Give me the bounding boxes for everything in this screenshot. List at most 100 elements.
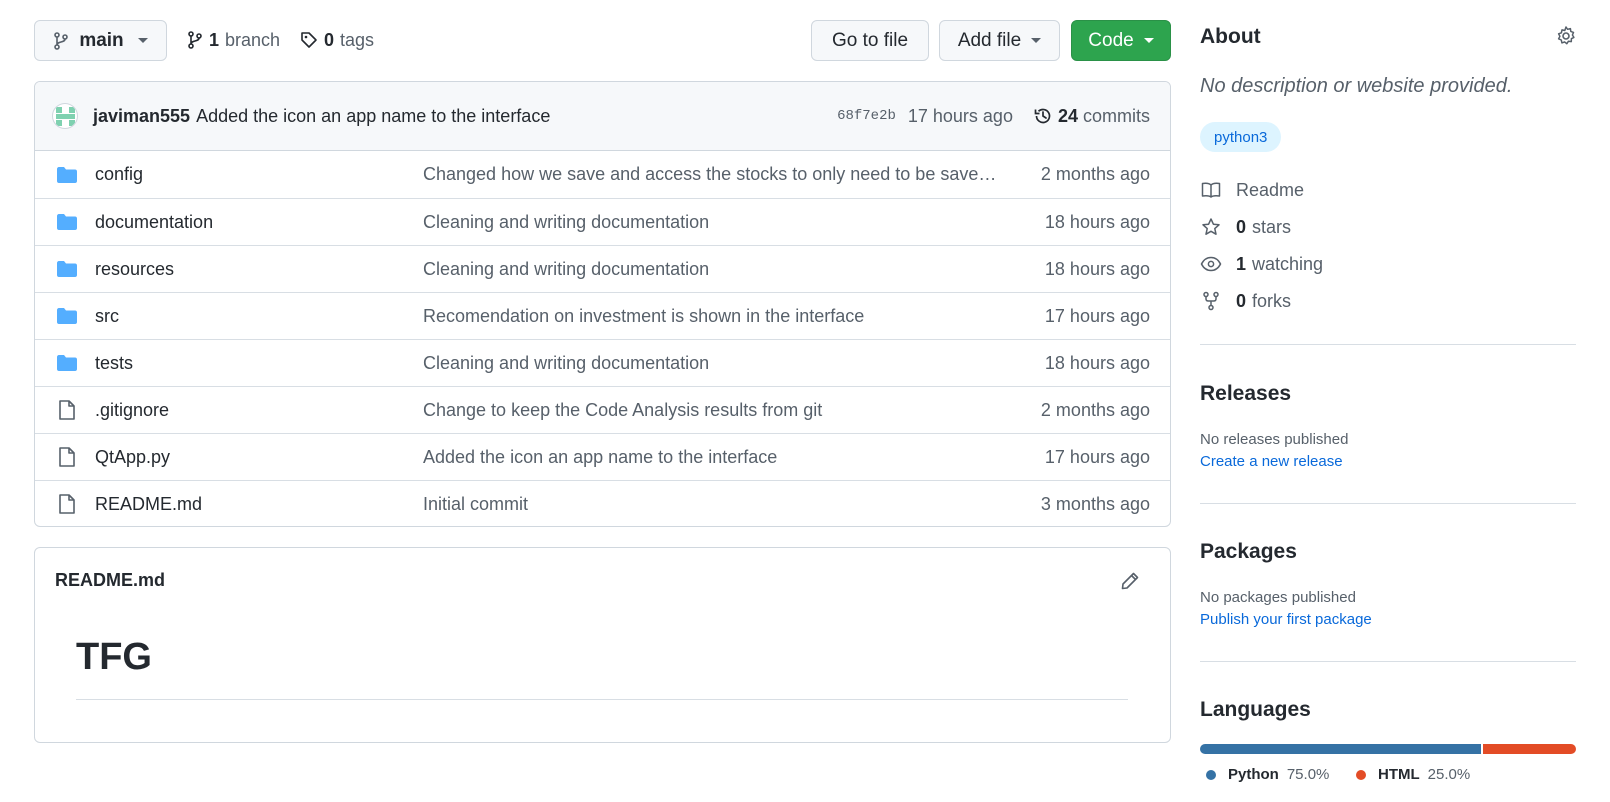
language-bar [1200,744,1576,754]
file-icon [54,446,80,468]
chevron-down-icon [1143,38,1154,43]
sidebar-divider [1200,661,1576,662]
language-percent: 75.0% [1286,766,1330,783]
folder-icon [54,307,80,325]
folder-icon [54,354,80,372]
branches-link[interactable]: 1 branch [187,20,280,60]
file-commit-message[interactable]: Initial commit [423,494,1000,515]
branch-icon [54,31,69,50]
file-commit-message[interactable]: Change to keep the Code Analysis results… [423,400,1000,421]
watching-count: 1 [1236,253,1247,274]
fork-icon [1203,291,1219,311]
sidebar-divider [1200,503,1576,504]
file-commit-message[interactable]: Cleaning and writing documentation [423,353,1000,374]
star-icon [1202,218,1220,235]
file-age: 2 months ago [1040,164,1150,184]
commit-author[interactable]: javiman555 [93,106,190,127]
avatar[interactable] [52,103,78,129]
file-name[interactable]: resources [95,259,423,280]
language-item-html[interactable]: HTML 25.0% [1356,766,1470,783]
create-release-link[interactable]: Create a new release [1200,453,1343,470]
file-row[interactable]: config Changed how we save and access the… [35,151,1170,198]
file-commit-message[interactable]: Added the icon an app name to the interf… [423,447,1000,468]
file-age: 18 hours ago [1044,211,1150,232]
file-row[interactable]: README.md Initial commit 3 months ago [35,480,1170,526]
language-item-python[interactable]: Python 75.0% [1206,766,1329,783]
branch-select-button[interactable]: main [34,20,167,61]
publish-package-link[interactable]: Publish your first package [1200,611,1372,628]
file-age: 18 hours ago [1044,352,1150,373]
readme-link[interactable]: Readme [1200,177,1304,203]
file-row[interactable]: src Recomendation on investment is shown … [35,292,1170,339]
file-name[interactable]: tests [95,353,423,374]
file-age: 17 hours ago [1044,305,1150,326]
readme-title[interactable]: README.md [55,570,165,591]
gear-icon[interactable] [1555,25,1577,52]
go-to-file-button[interactable]: Go to file [811,20,929,61]
about-description: No description or website provided. [1200,75,1513,97]
code-button[interactable]: Code [1071,20,1171,61]
tags-label: tags [340,29,375,50]
latest-commit-bar: javiman555 Added the icon an app name to… [35,82,1170,151]
file-age: 2 months ago [1040,399,1150,420]
file-row[interactable]: resources Cleaning and writing documentat… [35,245,1170,292]
commit-sha[interactable]: 68f7e2b [837,108,896,124]
about-title: About [1200,25,1261,48]
python-color-dot [1206,769,1216,780]
releases-empty-text: No releases published [1200,431,1349,448]
chevron-down-icon [137,38,148,43]
file-name[interactable]: config [95,164,423,185]
packages-title[interactable]: Packages [1200,540,1297,564]
file-commit-message[interactable]: Changed how we save and access the stock… [423,164,1000,185]
languages-title: Languages [1200,698,1311,721]
commits-label: commits [1083,105,1150,126]
file-row[interactable]: QtApp.py Added the icon an app name to th… [35,433,1170,480]
file-age: 18 hours ago [1044,258,1150,279]
add-file-button[interactable]: Add file [939,20,1060,61]
file-commit-message[interactable]: Cleaning and writing documentation [423,212,1000,233]
tags-link[interactable]: 0 tags [300,20,374,60]
stars-link[interactable]: 0 stars [1200,214,1291,240]
book-icon [1201,182,1221,198]
file-name[interactable]: .gitignore [95,400,423,421]
stars-count: 0 [1236,216,1247,237]
file-name[interactable]: documentation [95,212,423,233]
pencil-icon[interactable] [1120,571,1140,596]
file-age: 17 hours ago [1044,446,1150,467]
commits-count: 24 [1057,105,1078,126]
chevron-down-icon [1031,38,1042,43]
add-file-label: Add file [957,29,1022,51]
readme-heading: TFG [76,636,152,678]
branch-select-label: main [79,29,124,51]
sidebar-divider [1200,344,1576,345]
file-commit-message[interactable]: Recomendation on investment is shown in … [423,306,1000,327]
folder-icon [54,213,80,231]
history-icon [1034,108,1051,124]
file-commit-message[interactable]: Cleaning and writing documentation [423,259,1000,280]
file-list: config Changed how we save and access the… [35,151,1170,526]
commit-message[interactable]: Added the icon an app name to the interf… [196,106,550,127]
file-name[interactable]: README.md [95,494,423,515]
language-bar-segment-html [1482,744,1576,754]
language-name: HTML [1378,766,1420,783]
file-name[interactable]: src [95,306,423,327]
forks-link[interactable]: 0 forks [1200,288,1291,314]
readme-divider [76,699,1128,700]
readme-link-label: Readme [1236,179,1305,200]
watchers-link[interactable]: 1 watching [1200,251,1323,277]
watching-label: watching [1252,253,1324,274]
branches-label: branch [225,29,281,50]
html-color-dot [1356,769,1366,780]
releases-title[interactable]: Releases [1200,382,1291,406]
file-row[interactable]: documentation Cleaning and writing docume… [35,198,1170,245]
branch-icon [188,31,202,49]
tags-count: 0 [324,29,335,50]
file-row[interactable]: .gitignore Change to keep the Code Analys… [35,386,1170,433]
topic-tag[interactable]: python3 [1200,122,1282,152]
forks-count: 0 [1236,290,1247,311]
file-icon [54,493,80,515]
forks-label: forks [1252,290,1292,311]
commits-link[interactable]: 24 commits [1033,106,1150,127]
file-name[interactable]: QtApp.py [95,447,423,468]
file-row[interactable]: tests Cleaning and writing documentation 1… [35,339,1170,386]
